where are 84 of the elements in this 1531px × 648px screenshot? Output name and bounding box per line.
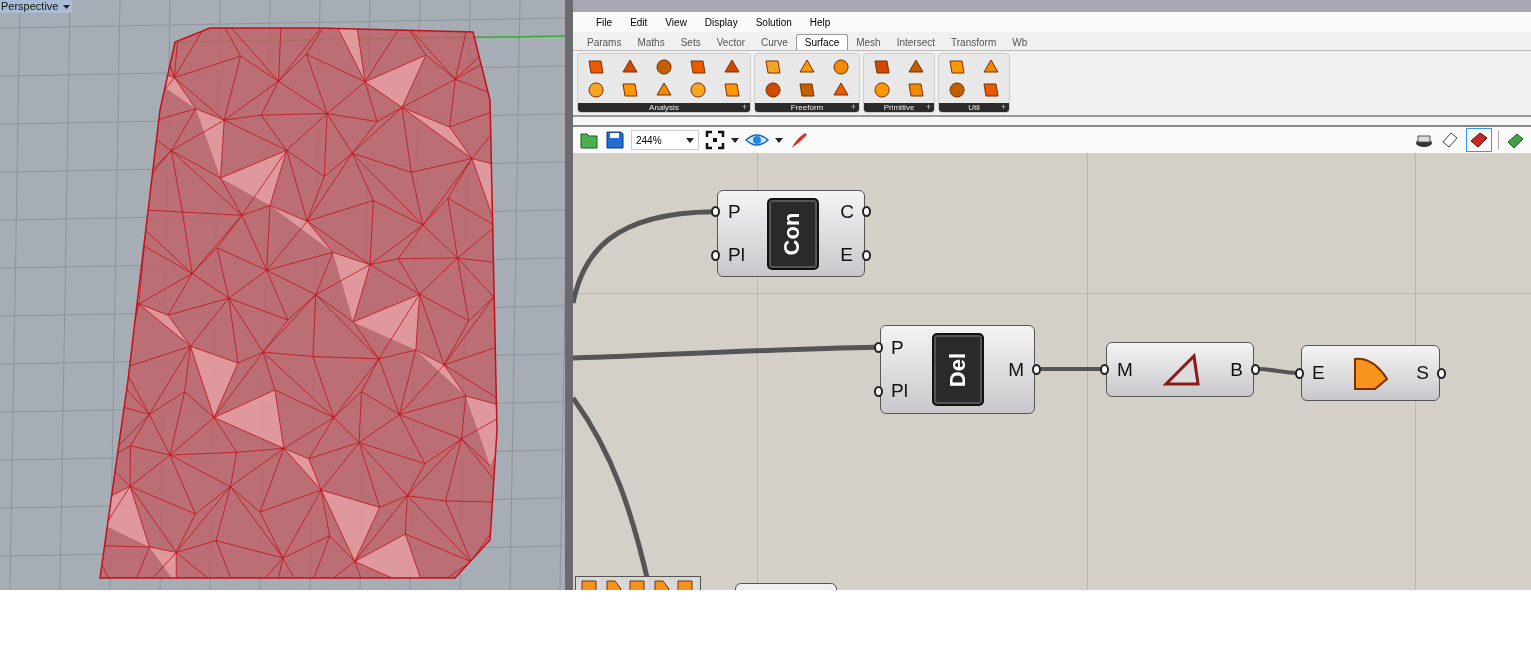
component-icon[interactable]: [586, 80, 606, 100]
output-label: E: [840, 243, 854, 266]
expand-button[interactable]: +: [850, 102, 856, 112]
menu-item[interactable]: Display: [695, 16, 747, 28]
zoom-dropdown[interactable]: 244%: [631, 130, 699, 150]
folder-icon[interactable]: [579, 130, 599, 150]
group-label: Util: [968, 103, 980, 112]
group-label: Primitive: [883, 103, 915, 112]
component-icon[interactable]: [906, 80, 926, 100]
output-label: S: [1416, 362, 1429, 384]
component-icon[interactable]: [763, 57, 783, 77]
group-label: Analysis: [649, 103, 679, 112]
component-icon[interactable]: [981, 80, 1001, 100]
component-icon[interactable]: [722, 80, 742, 100]
brush-icon[interactable]: [789, 130, 809, 150]
caret-icon[interactable]: [62, 4, 71, 10]
tab[interactable]: Vector: [708, 35, 754, 50]
input-label: M: [1117, 358, 1133, 381]
output-grip[interactable]: [1251, 364, 1260, 375]
menu-item[interactable]: File: [587, 16, 622, 28]
component-icon[interactable]: [872, 80, 892, 100]
component-icon[interactable]: [620, 80, 640, 100]
caret-icon[interactable]: [686, 137, 694, 143]
component-icon[interactable]: [797, 80, 817, 100]
expand-button[interactable]: +: [741, 102, 747, 112]
component-node[interactable]: M B: [1106, 342, 1254, 397]
output-grip[interactable]: [862, 249, 871, 261]
input-grip[interactable]: [874, 341, 883, 353]
output-label: M: [1008, 358, 1024, 381]
output-grip[interactable]: [1437, 367, 1446, 379]
caret-icon[interactable]: [731, 137, 739, 143]
preview-wireframe-icon[interactable]: [1440, 130, 1460, 150]
group-label: Freeform: [790, 103, 824, 112]
output-grip[interactable]: [862, 206, 871, 218]
tab[interactable]: Maths: [629, 35, 673, 50]
component-icon[interactable]: [688, 80, 708, 100]
tab[interactable]: Mesh: [848, 35, 889, 50]
save-icon[interactable]: [605, 130, 625, 150]
input-grip[interactable]: [711, 206, 720, 218]
component-icon[interactable]: [586, 57, 606, 77]
tab[interactable]: Surface: [795, 34, 849, 50]
output-grip[interactable]: [1032, 364, 1041, 375]
tab[interactable]: Curve: [753, 35, 796, 50]
caret-icon[interactable]: [775, 137, 783, 143]
menu-item[interactable]: Edit: [621, 16, 657, 28]
tab[interactable]: Intersect: [888, 35, 944, 50]
zoom-extents-icon[interactable]: [705, 130, 725, 150]
tab[interactable]: Params: [579, 35, 630, 50]
input-grip[interactable]: [874, 386, 883, 398]
input-label: P: [891, 336, 905, 359]
input-label: E: [1312, 362, 1325, 384]
component-icon[interactable]: [654, 57, 674, 77]
component-name: Del: [932, 332, 985, 407]
component-icon[interactable]: [763, 80, 783, 100]
component-icon[interactable]: [872, 57, 892, 77]
input-grip[interactable]: [711, 249, 720, 261]
tab[interactable]: Sets: [672, 35, 709, 50]
wire: [1039, 367, 1102, 371]
tab[interactable]: Transform: [943, 35, 1005, 50]
component-icon[interactable]: [831, 57, 851, 77]
component-node[interactable]: P Pl Del M: [880, 325, 1035, 414]
input-label: P: [728, 201, 742, 224]
menu-item[interactable]: Solution: [746, 16, 801, 28]
component-icon[interactable]: [688, 57, 708, 77]
menu-item[interactable]: Help: [800, 16, 840, 28]
component-name: Con: [766, 197, 819, 270]
input-label: Pl: [891, 380, 908, 403]
input-grip[interactable]: [1100, 364, 1109, 375]
tab[interactable]: Wb: [1004, 35, 1036, 50]
output-label: B: [1230, 358, 1243, 381]
wire: [1257, 367, 1298, 375]
viewport-label[interactable]: Perspective: [0, 0, 73, 13]
component-icon[interactable]: [947, 57, 967, 77]
component-icon[interactable]: [947, 80, 967, 100]
menu-item[interactable]: View: [656, 16, 696, 28]
expand-button[interactable]: +: [1000, 102, 1006, 112]
component-node[interactable]: E S: [1301, 345, 1440, 401]
eye-icon[interactable]: [745, 132, 769, 148]
input-label: Pl: [728, 243, 745, 266]
input-grip[interactable]: [1295, 367, 1304, 379]
expand-button[interactable]: +: [925, 102, 931, 112]
component-node[interactable]: P Pl Con C E: [717, 190, 865, 277]
output-label: C: [840, 201, 854, 224]
preview-selected-icon[interactable]: [1466, 128, 1492, 152]
